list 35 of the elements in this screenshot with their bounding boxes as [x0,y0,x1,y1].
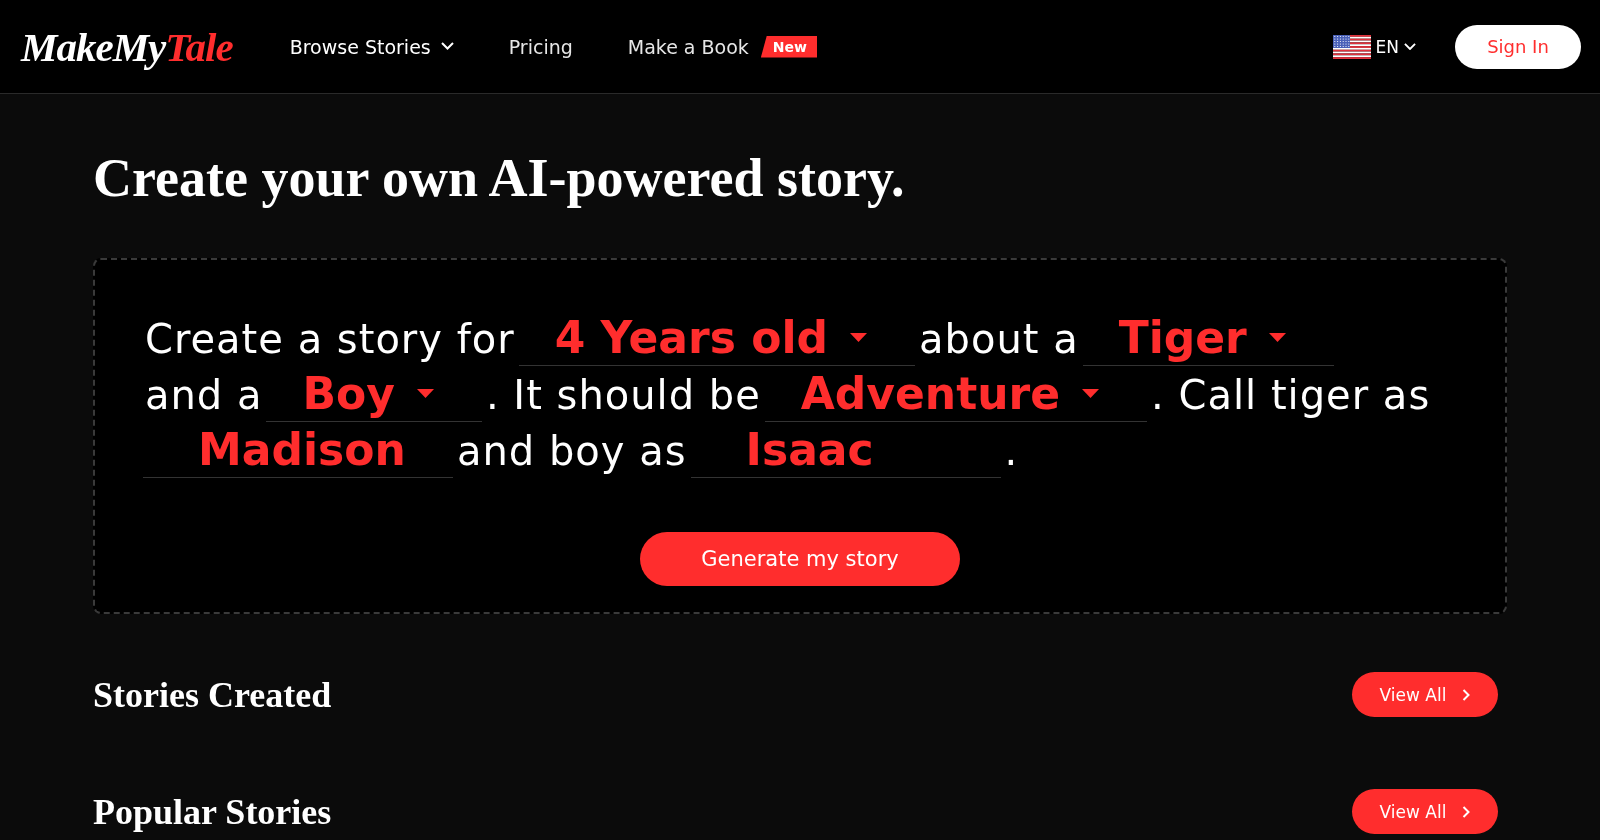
sentence-text: . [1003,428,1020,474]
generate-button[interactable]: Generate my story [640,532,960,586]
chevron-right-icon [1462,688,1471,701]
flag-icon [1332,34,1371,59]
caret-icon [416,389,434,398]
logo[interactable]: MakeMyTale [21,22,233,71]
sentence-text: . Call tiger as [1150,372,1432,418]
sign-in-button[interactable]: Sign In [1455,24,1581,69]
chevron-down-icon [1404,42,1416,51]
caret-icon [1268,333,1286,342]
dropdown-select[interactable]: 4 Years old [518,310,915,366]
caret-icon [850,333,867,342]
language-selector[interactable]: EN [1332,34,1416,59]
name-input[interactable]: Isaac [690,422,1001,478]
sentence-text: about a [918,316,1080,362]
dropdown-select[interactable]: Boy [266,366,482,422]
caret-icon [1082,389,1100,398]
dropdown-select[interactable]: Tiger [1082,310,1334,366]
new-badge: New [760,35,817,58]
name-input[interactable]: Madison [143,422,453,478]
dropdown-select[interactable]: Adventure [764,366,1148,422]
chevron-down-icon [440,42,454,51]
nav-link[interactable]: Pricing [508,35,573,58]
nav-dropdown[interactable]: Browse Stories [289,35,454,58]
section-title: Stories Created [93,673,332,717]
sentence-text: and a [144,372,264,418]
chevron-right-icon [1462,805,1471,818]
view-all-button[interactable]: View All [1352,789,1498,834]
nav-link[interactable]: Make a Book [627,35,749,58]
sentence-text: and boy as [456,428,688,474]
sentence-text: . It should be [484,372,762,418]
sentence-text: Create a story for [144,316,516,362]
view-all-button[interactable]: View All [1352,672,1498,717]
section-title: Popular Stories [93,790,332,834]
page-title: Create your own AI-powered story. [93,147,906,209]
